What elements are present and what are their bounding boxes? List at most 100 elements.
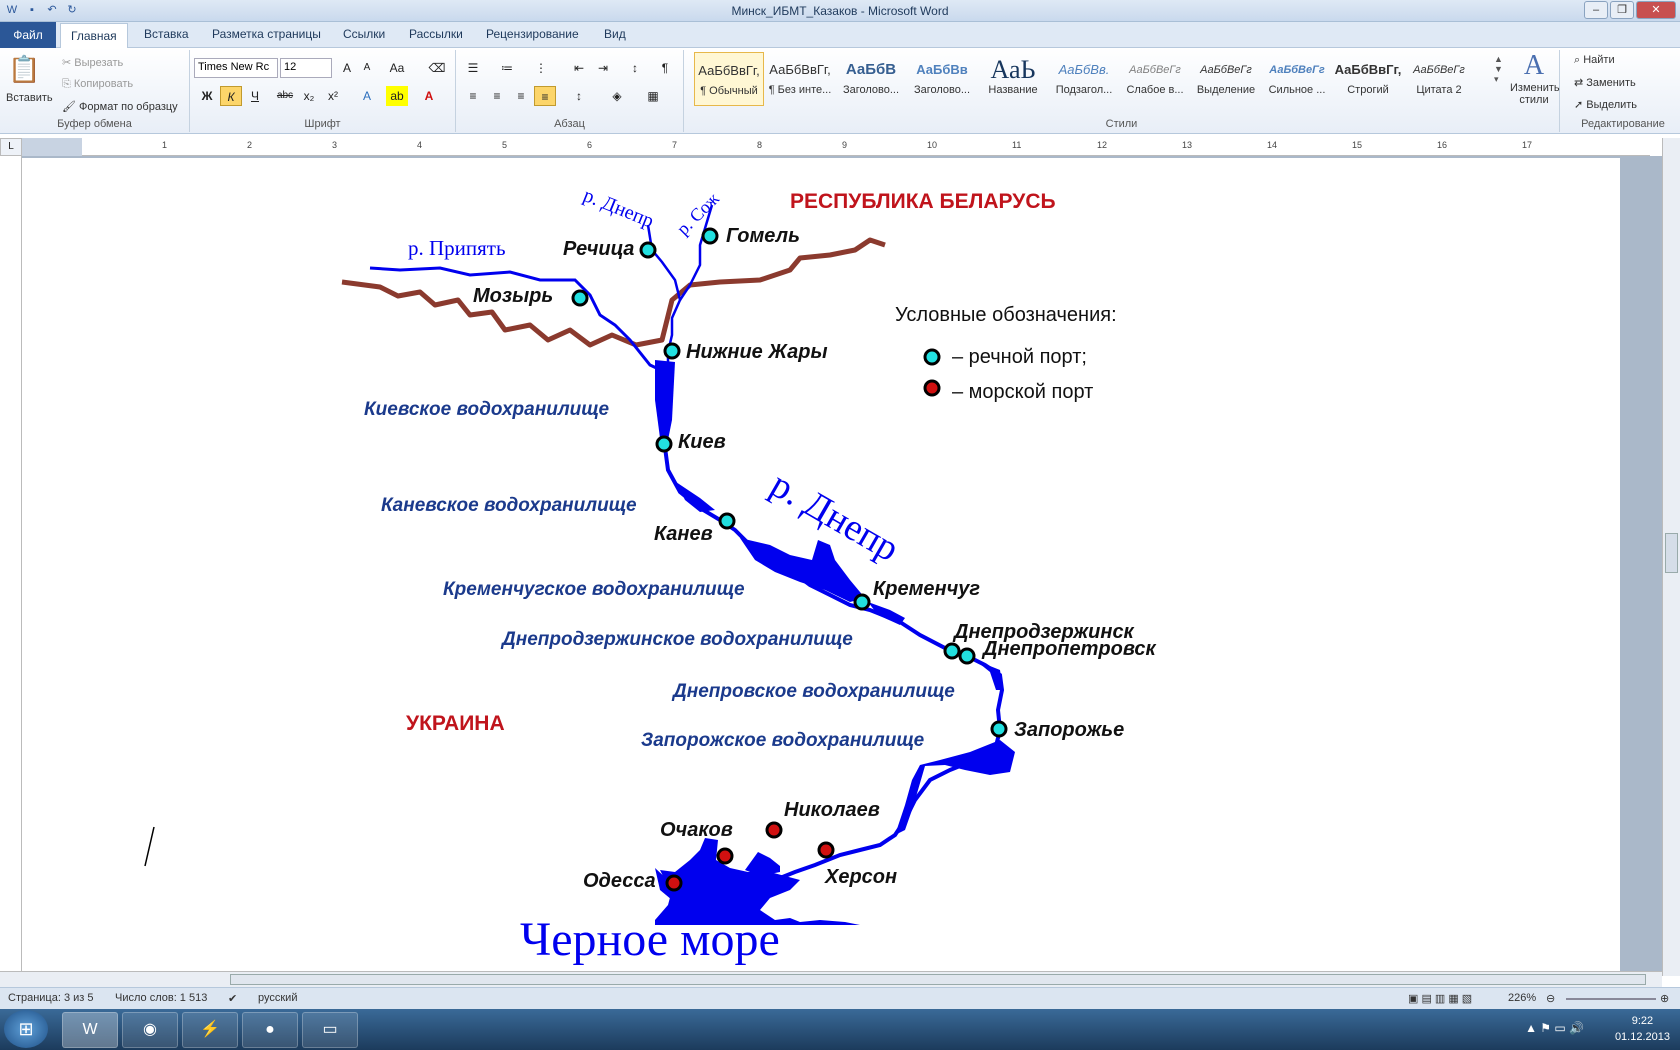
horizontal-scroll-thumb[interactable] [230,974,1646,985]
paste-button[interactable]: Вставить [6,92,53,104]
pilcrow-icon[interactable]: ¶ [654,58,676,78]
find-button[interactable]: ⌕ Найти [1574,54,1615,67]
maximize-button[interactable]: ❐ [1610,1,1634,19]
pripyat-river [369,266,666,374]
line-spacing-icon[interactable]: ↕ [568,86,590,106]
label-zaporozhye: Запорожье [1014,719,1124,741]
font-color-icon[interactable]: A [418,86,440,106]
style-emphasis[interactable]: АаБбВеГг Выделение [1191,52,1261,106]
legend-river-port-marker [923,348,941,366]
tab-references[interactable]: Ссылки [343,27,385,41]
label-kremenchug-reservoir: Кременчугское водохранилище [443,579,745,600]
replace-button[interactable]: ⇄ Заменить [1574,76,1636,89]
bullets-icon[interactable]: ☰ [462,58,484,78]
cut-button[interactable]: ✂ Вырезать [62,56,123,69]
text-effects-icon[interactable]: A [356,86,378,106]
vertical-ruler[interactable] [0,156,22,976]
language[interactable]: русский [258,992,297,1004]
tab-view[interactable]: Вид [604,27,626,41]
tab-review[interactable]: Рецензирование [486,27,579,41]
word-count[interactable]: Число слов: 1 513 [115,992,207,1004]
font-size-combo[interactable]: 12 [280,58,332,78]
style-intense-emphasis[interactable]: АаБбВеГг Сильное ... [1262,52,1332,106]
style-heading-2[interactable]: АаБбВв Заголово... [907,52,977,106]
tray-icons[interactable]: ▲ ⚑ ▭ 🔊 [1525,1021,1584,1035]
decrease-indent-icon[interactable]: ⇤ [568,58,590,78]
zoom-slider[interactable] [1566,998,1656,1000]
style-quote-2[interactable]: АаБбВеГг Цитата 2 [1404,52,1474,106]
shrink-font-icon[interactable]: A [356,58,378,78]
taskbar-app[interactable]: ⚡ [182,1012,238,1048]
tab-insert[interactable]: Вставка [144,27,189,41]
port-marker-rechitsa [639,241,657,259]
close-button[interactable]: ✕ [1636,1,1676,19]
style-normal[interactable]: АаБбВвГг, ¶ Обычный [694,52,764,106]
change-case-icon[interactable]: Aa [386,58,408,78]
select-button[interactable]: ➚ Выделить [1574,98,1637,111]
taskbar-word[interactable]: W [62,1012,118,1048]
view-buttons[interactable]: ▣ ▤ ▥ ▦ ▧ [1408,992,1472,1005]
taskbar-explorer[interactable]: ▭ [302,1012,358,1048]
tab-home[interactable]: Главная [60,23,128,49]
highlight-icon[interactable]: ab [386,86,408,106]
increase-indent-icon[interactable]: ⇥ [592,58,614,78]
numbering-icon[interactable]: ≔ [496,58,518,78]
style-strong[interactable]: АаБбВвГг, Строгий [1333,52,1403,106]
multilevel-icon[interactable]: ⋮ [530,58,552,78]
tab-mailings[interactable]: Рассылки [409,27,463,41]
justify-icon[interactable]: ≡ [534,86,556,106]
legend-sea-port: – морской порт [952,381,1093,403]
proofing-icon[interactable]: ✔ [228,992,237,1005]
borders-icon[interactable]: ▦ [642,86,664,106]
horizontal-scrollbar[interactable] [0,971,1662,987]
style-subtitle[interactable]: АаБбВв. Подзагол... [1049,52,1119,106]
taskbar-media[interactable]: ● [242,1012,298,1048]
clock[interactable]: 9:22 01.12.2013 [1615,1013,1670,1045]
horizontal-ruler[interactable]: 1 2 3 4 5 6 7 8 9 10 11 12 13 14 15 16 1… [22,138,1650,156]
label-dnepr-top: р. Днепр [580,184,657,232]
clear-format-icon[interactable]: ⌫ [426,58,448,78]
underline-button[interactable]: Ч [244,86,266,106]
minimize-button[interactable]: – [1584,1,1608,19]
tab-selector[interactable]: L [0,138,22,156]
styles-scroll-icon[interactable]: ▲ ▼ ▾ [1494,54,1510,85]
page-count[interactable]: Страница: 3 из 5 [8,992,94,1004]
label-nikolaev: Николаев [784,799,880,821]
vertical-scrollbar[interactable] [1662,138,1680,976]
style-no-spacing[interactable]: АаБбВвГг, ¶ Без инте... [765,52,835,106]
copy-button[interactable]: ⎘ Копировать [62,78,133,91]
tab-page-layout[interactable]: Разметка страницы [212,27,321,41]
superscript-button[interactable]: x² [322,86,344,106]
tab-file[interactable]: Файл [0,22,56,48]
vertical-scroll-thumb[interactable] [1665,533,1678,573]
binoculars-icon: ⌕ [1574,54,1584,66]
zoom-level[interactable]: 226% [1508,992,1536,1004]
sort-icon[interactable]: ↕ [624,58,646,78]
document-page[interactable]: РЕСПУБЛИКА БЕЛАРУСЬ УКРАИНА р. Днепр р. … [22,158,1620,971]
strikethrough-button[interactable]: abc [274,86,296,106]
taskbar-chrome[interactable]: ◉ [122,1012,178,1048]
styles-gallery: АаБбВвГг, ¶ Обычный АаБбВвГг, ¶ Без инте..… [694,52,1494,108]
paste-icon[interactable]: 📋 [8,54,40,85]
bold-button[interactable]: Ж [196,86,218,106]
grow-font-icon[interactable]: A [336,58,358,78]
style-heading-1[interactable]: АаБбВ Заголово... [836,52,906,106]
subscript-button[interactable]: x₂ [298,86,320,106]
legend-sea-port-marker [923,379,941,397]
italic-button[interactable]: К [220,86,242,106]
start-button[interactable]: ⊞ [4,1010,48,1048]
format-painter-button[interactable]: 🖌 Формат по образцу [62,100,178,113]
zoom-out-icon[interactable]: ⊖ [1546,992,1555,1005]
shading-icon[interactable]: ◈ [606,86,628,106]
style-subtle-emphasis[interactable]: АаБбВеГг Слабое в... [1120,52,1190,106]
label-kherson: Херсон [824,866,897,888]
style-title[interactable]: АаЬ Название [978,52,1048,106]
align-right-icon[interactable]: ≡ [510,86,532,106]
label-kanev: Канев [654,523,713,545]
align-center-icon[interactable]: ≡ [486,86,508,106]
zoom-in-icon[interactable]: ⊕ [1660,992,1669,1005]
align-left-icon[interactable]: ≡ [462,86,484,106]
font-name-combo[interactable]: Times New Rc [194,58,278,78]
port-marker-ochakov [716,847,734,865]
change-styles-button[interactable]: A Изменить стили [1510,50,1560,106]
